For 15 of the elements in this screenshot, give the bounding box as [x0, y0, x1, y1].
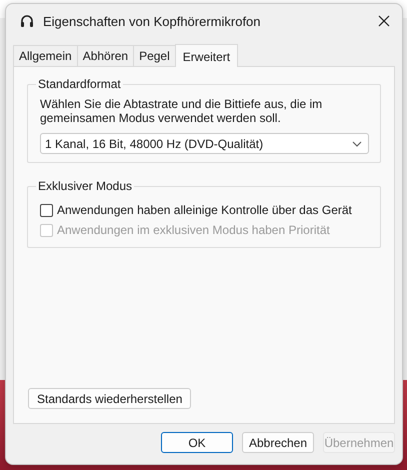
headset-icon	[19, 13, 35, 29]
restore-defaults-button[interactable]: Standards wiederherstellen	[28, 388, 192, 409]
format-dropdown[interactable]: 1 Kanal, 16 Bit, 48000 Hz (DVD-Qualität)	[40, 133, 369, 154]
group-title: Standardformat	[37, 77, 122, 91]
tab[interactable]: Erweitert	[174, 44, 238, 67]
dialog-button[interactable]: Abbrechen	[242, 432, 314, 453]
window-title: Eigenschaften von Kopfhörermikrofon	[43, 14, 262, 28]
caret-icon	[352, 140, 362, 146]
tab[interactable]: Allgemein	[13, 45, 78, 66]
close-icon[interactable]	[376, 13, 392, 29]
group-title: Exklusiver Modus	[37, 179, 134, 193]
dialog-button[interactable]: OK	[161, 432, 233, 453]
checkbox[interactable]	[40, 204, 53, 216]
checkbox-label[interactable]: Anwendungen haben alleinige Kontrolle über das Gerät	[57, 203, 352, 217]
description-text: Wählen Sie die Abtastrate und die Bittiefe aus, die im gemeinsamen Modus verwendet werden soll.	[40, 97, 324, 125]
